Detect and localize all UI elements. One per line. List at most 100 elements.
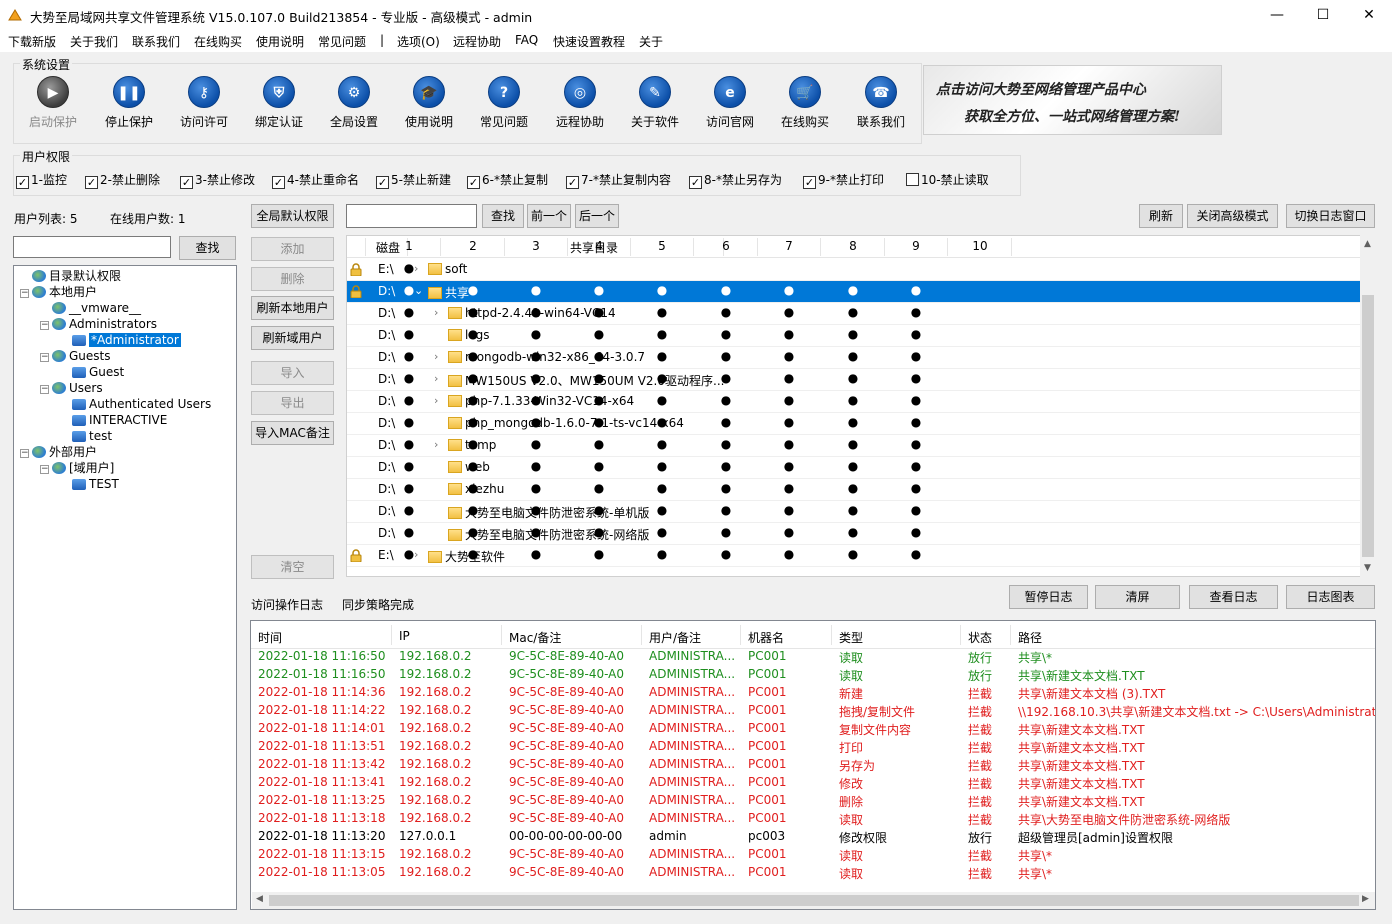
user-search-input[interactable] bbox=[13, 236, 171, 258]
tree-node[interactable]: − Guests bbox=[40, 348, 111, 364]
permission-dot[interactable]: ● bbox=[402, 503, 416, 517]
refresh-domain-users-button[interactable]: 刷新域用户 bbox=[251, 326, 334, 350]
permission-dot[interactable]: ● bbox=[719, 415, 733, 429]
share-row[interactable]: E:\ › soft ● bbox=[347, 259, 1361, 281]
log-scroll-thumb[interactable] bbox=[269, 895, 1359, 906]
checkbox-icon[interactable]: ✓ bbox=[803, 176, 816, 189]
checkbox-icon[interactable]: ✓ bbox=[85, 176, 98, 189]
tree-node[interactable]: − 外部用户 bbox=[20, 444, 97, 460]
tree-node[interactable]: INTERACTIVE bbox=[60, 412, 167, 428]
permission-dot[interactable]: ● bbox=[719, 371, 733, 385]
refresh-button[interactable]: 刷新 bbox=[1139, 204, 1183, 228]
tree-collapse-icon[interactable]: − bbox=[20, 449, 29, 458]
tree-node[interactable]: 目录默认权限 bbox=[20, 268, 121, 284]
pause-log-button[interactable]: 暂停日志 bbox=[1009, 585, 1088, 609]
permission-dot[interactable]: ● bbox=[846, 349, 860, 363]
permission-dot[interactable]: ● bbox=[782, 327, 796, 341]
permission-dot[interactable]: ● bbox=[655, 305, 669, 319]
permission-dot[interactable]: ● bbox=[909, 305, 923, 319]
share-row[interactable]: D:\ 大势至电脑文件防泄密系统-单机版 ● ● ● ● ● ● ● ● ● bbox=[347, 501, 1361, 523]
permission-dot[interactable]: ● bbox=[402, 305, 416, 319]
permission-dot[interactable]: ● bbox=[782, 437, 796, 451]
permission-dot[interactable]: ● bbox=[402, 415, 416, 429]
toolbar-button-4[interactable]: ⚙ 全局设置 bbox=[318, 76, 390, 132]
permission-dot[interactable]: ● bbox=[909, 547, 923, 561]
share-row[interactable]: D:\ › temp ● ● ● ● ● ● ● ● ● bbox=[347, 435, 1361, 457]
log-row[interactable]: 2022-01-18 11:13:20 127.0.0.1 00-00-00-00-… bbox=[251, 828, 1375, 846]
permission-dot[interactable]: ● bbox=[592, 349, 606, 363]
permission-dot[interactable]: ● bbox=[719, 327, 733, 341]
log-row[interactable]: 2022-01-18 11:13:51 192.168.0.2 9C-5C-8E-8… bbox=[251, 738, 1375, 756]
permission-dot[interactable]: ● bbox=[909, 415, 923, 429]
import-mac-notes-button[interactable]: 导入MAC备注 bbox=[251, 421, 334, 445]
permission-dot[interactable]: ● bbox=[909, 525, 923, 539]
user-tree[interactable]: 目录默认权限 − 本地用户 __vmware__ − Administrators *Adm… bbox=[13, 265, 237, 910]
share-row[interactable]: D:\ web ● ● ● ● ● ● ● ● ● bbox=[347, 457, 1361, 479]
permission-dot[interactable]: ● bbox=[846, 415, 860, 429]
refresh-local-users-button[interactable]: 刷新本地用户 bbox=[251, 296, 334, 320]
permission-dot[interactable]: ● bbox=[846, 525, 860, 539]
permission-dot[interactable]: ● bbox=[782, 283, 796, 297]
log-row[interactable]: 2022-01-18 11:13:18 192.168.0.2 9C-5C-8E-8… bbox=[251, 810, 1375, 828]
permission-dot[interactable]: ● bbox=[782, 547, 796, 561]
permission-dot[interactable]: ● bbox=[846, 283, 860, 297]
permission-dot[interactable]: ● bbox=[782, 503, 796, 517]
permission-dot[interactable]: ● bbox=[846, 393, 860, 407]
permission-dot[interactable]: ● bbox=[655, 393, 669, 407]
toolbar-button-11[interactable]: ☎ 联系我们 bbox=[845, 76, 917, 132]
chevron-right-icon[interactable]: › bbox=[434, 306, 438, 319]
permission-dot[interactable]: ● bbox=[529, 503, 543, 517]
scroll-up-icon[interactable]: ▲ bbox=[1364, 239, 1371, 249]
permission-dot[interactable]: ● bbox=[466, 393, 480, 407]
permission-dot[interactable]: ● bbox=[782, 481, 796, 495]
toolbar-button-9[interactable]: e 访问官网 bbox=[694, 76, 766, 132]
permission-dot[interactable]: ● bbox=[529, 525, 543, 539]
toolbar-button-7[interactable]: ◎ 远程协助 bbox=[544, 76, 616, 132]
permission-dot[interactable]: ● bbox=[529, 437, 543, 451]
permission-dot[interactable]: ● bbox=[655, 437, 669, 451]
log-row[interactable]: 2022-01-18 11:14:22 192.168.0.2 9C-5C-8E-8… bbox=[251, 702, 1375, 720]
toolbar-button-5[interactable]: 🎓 使用说明 bbox=[393, 76, 465, 132]
permission-dot[interactable]: ● bbox=[529, 283, 543, 297]
share-row[interactable]: D:\ › mongodb-win32-x86_64-3.0.7 ● ● ● ● ● ● ● ● ● bbox=[347, 347, 1361, 369]
permission-dot[interactable]: ● bbox=[846, 503, 860, 517]
permission-dot[interactable]: ● bbox=[782, 305, 796, 319]
permission-dot[interactable]: ● bbox=[719, 459, 733, 473]
scroll-left-icon[interactable]: ◀ bbox=[256, 894, 263, 904]
delete-button[interactable]: 删除 bbox=[251, 267, 334, 291]
log-row[interactable]: 2022-01-18 11:13:42 192.168.0.2 9C-5C-8E-8… bbox=[251, 756, 1375, 774]
permission-dot[interactable]: ● bbox=[466, 459, 480, 473]
permission-dot[interactable]: ● bbox=[402, 481, 416, 495]
permission-dot[interactable]: ● bbox=[402, 283, 416, 297]
permission-item-7[interactable]: ✓ 7-*禁止复制内容 bbox=[566, 171, 671, 189]
permission-dot[interactable]: ● bbox=[655, 459, 669, 473]
share-row[interactable]: D:\ logs ● ● ● ● ● ● ● ● ● bbox=[347, 325, 1361, 347]
permission-dot[interactable]: ● bbox=[846, 481, 860, 495]
share-row[interactable]: D:\ › MW150US V2.0、MW150UM V2.0驱动程序... ● ● ● ●… bbox=[347, 369, 1361, 391]
log-row[interactable]: 2022-01-18 11:14:01 192.168.0.2 9C-5C-8E-8… bbox=[251, 720, 1375, 738]
checkbox-icon[interactable]: ✓ bbox=[689, 176, 702, 189]
permission-dot[interactable]: ● bbox=[529, 349, 543, 363]
close-advanced-mode-button[interactable]: 关闭高级模式 bbox=[1187, 204, 1278, 228]
log-row[interactable]: 2022-01-18 11:13:15 192.168.0.2 9C-5C-8E-8… bbox=[251, 846, 1375, 864]
permission-dot[interactable]: ● bbox=[655, 547, 669, 561]
tree-node[interactable]: TEST bbox=[60, 476, 119, 492]
share-row[interactable]: D:\ 大势至电脑文件防泄密系统-网络版 ● ● ● ● ● ● ● ● ● bbox=[347, 523, 1361, 545]
close-button[interactable]: ✕ bbox=[1346, 0, 1392, 30]
menu-item-7[interactable]: 选项(O) bbox=[397, 33, 440, 50]
tree-node[interactable]: __vmware__ bbox=[40, 300, 141, 316]
permission-dot[interactable]: ● bbox=[909, 371, 923, 385]
log-row[interactable]: 2022-01-18 11:14:36 192.168.0.2 9C-5C-8E-8… bbox=[251, 684, 1375, 702]
chevron-right-icon[interactable]: › bbox=[434, 394, 438, 407]
permission-dot[interactable]: ● bbox=[466, 503, 480, 517]
checkbox-icon[interactable]: ✓ bbox=[272, 176, 285, 189]
global-default-permission-button[interactable]: 全局默认权限 bbox=[251, 204, 334, 228]
menu-item-3[interactable]: 在线购买 bbox=[194, 33, 242, 50]
permission-dot[interactable]: ● bbox=[719, 305, 733, 319]
permission-dot[interactable]: ● bbox=[909, 481, 923, 495]
permission-item-8[interactable]: ✓ 8-*禁止另存为 bbox=[689, 171, 782, 189]
tree-collapse-icon[interactable]: − bbox=[40, 321, 49, 330]
permission-dot[interactable]: ● bbox=[592, 459, 606, 473]
permission-dot[interactable]: ● bbox=[909, 393, 923, 407]
add-button[interactable]: 添加 bbox=[251, 237, 334, 261]
